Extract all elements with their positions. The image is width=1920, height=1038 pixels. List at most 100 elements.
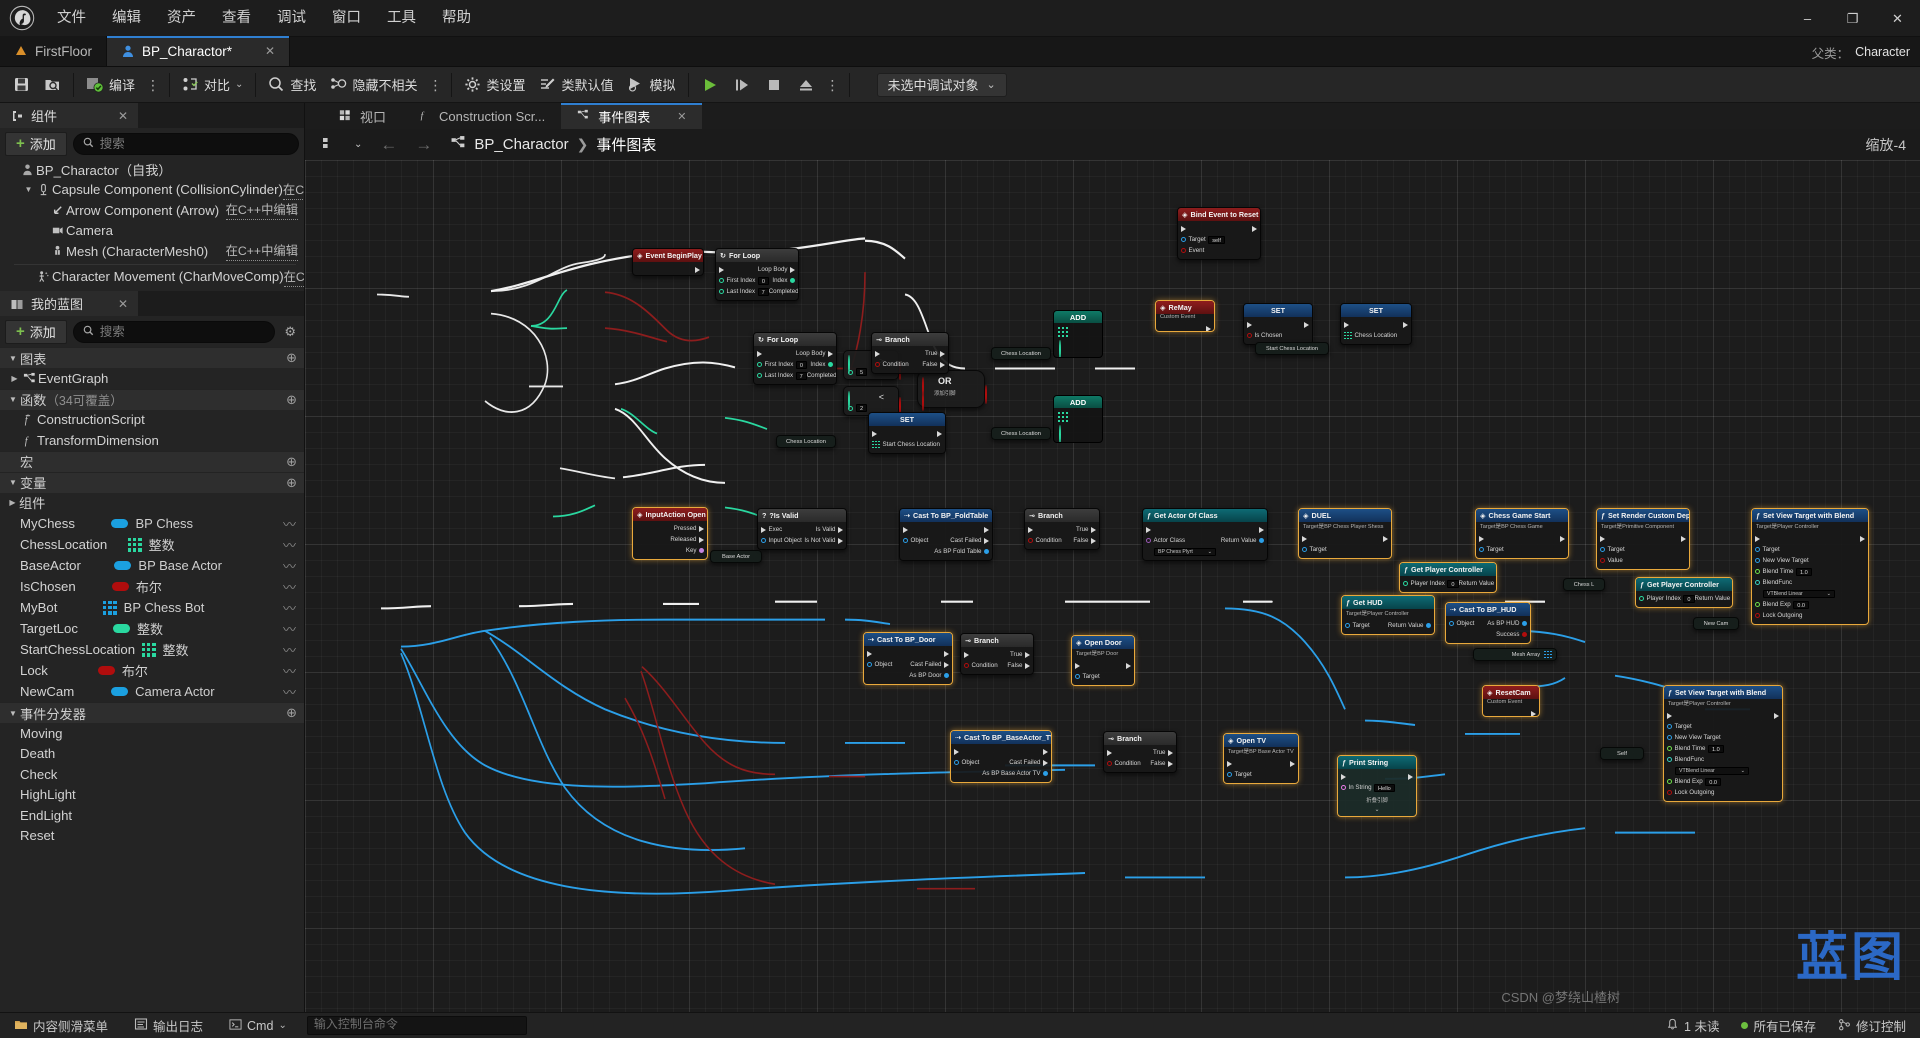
add-variable-icon[interactable]: ⊕ [286,475,297,491]
blend-time-pin[interactable]: Blend Time 1.0 [1755,567,1812,576]
target-pin[interactable]: Target [1600,546,1625,553]
pressed-pin[interactable]: Pressed [674,525,704,532]
collapse-pins-row[interactable]: 折叠引脚 [1338,793,1416,806]
variable-row[interactable]: BaseActor BP Base Actor 〰 [0,555,304,576]
node-duel[interactable]: ◈ DUEL Target是BP Chess Player Shess Targe… [1298,508,1392,559]
variable-visibility-icon[interactable]: 〰 [283,535,296,554]
twisty-icon[interactable]: ▼ [22,185,35,194]
exec-in-pin[interactable] [1600,535,1605,542]
return-value-pin[interactable]: Return Value [1388,622,1431,629]
node-var-self[interactable]: Self [1600,747,1644,760]
exec-out-pin[interactable] [1252,225,1257,232]
browse-button[interactable] [37,70,68,100]
false-pin[interactable]: False [922,361,945,368]
new-view-target-pin[interactable]: New View Target [1667,734,1721,741]
play-options-kebab[interactable]: ⋮ [822,78,844,92]
breadcrumb-root[interactable]: BP_Charactor [474,136,568,153]
node-add-array-2[interactable]: ADD [1053,395,1103,443]
variable-visibility-icon[interactable]: 〰 [283,619,296,638]
dispatcher-row[interactable]: Reset [0,826,304,847]
exec-in-pin[interactable] [1755,535,1760,542]
cpp-edit-link[interactable]: 在C++中编辑 [283,267,304,287]
true-pin[interactable]: True [1076,526,1096,533]
node-var-new-cam-1[interactable]: New Cam [1693,617,1739,630]
blend-exp-pin[interactable]: Blend Exp 0.0 [1667,777,1721,786]
variable-visibility-icon[interactable]: 〰 [283,682,296,701]
exec-in-pin[interactable] [1146,526,1151,533]
input-pin-b[interactable]: 5 [848,368,868,376]
minimize-button[interactable]: – [1785,0,1830,37]
node-branch-4[interactable]: ⊸ Branch True Condition False [1103,731,1177,773]
cast-failed-pin[interactable]: Cast Failed [1009,759,1048,766]
console-command-box[interactable] [306,1016,527,1035]
chevron-down-icon[interactable]: ⌄ [347,139,369,150]
node-branch-3[interactable]: ⊸ Branch True Condition False [960,633,1034,675]
node-event-beginplay[interactable]: ◈ Event BeginPlay [632,248,704,276]
menu-bar[interactable]: 文件 编辑 资产 查看 调试 窗口 工具 帮助 [44,0,484,37]
eject-button[interactable] [790,70,822,100]
as-bp-door-pin[interactable]: As BP Door [909,672,949,679]
in-string-pin[interactable]: In String Hello [1341,783,1395,792]
variable-row[interactable]: ChessLocation 整数 〰 [0,534,304,555]
exec-out-pin[interactable] [1290,760,1295,767]
section-functions[interactable]: ▼ 函数 （34可覆盖） ⊕ [0,388,304,410]
tree-item-bp-charactor[interactable]: BP_Charactor（自我） [0,159,304,180]
add-blueprint-item-button[interactable]: + 添加 [5,319,67,344]
node-branch-2[interactable]: ⊸ Branch True Condition False [1024,508,1100,550]
hide-unrelated-button[interactable]: 隐藏不相关 [323,70,424,100]
object-pin[interactable]: Object [867,661,892,668]
array-pin[interactable] [1058,327,1068,337]
blueprint-canvas[interactable]: ◈ Event BeginPlay ↻ For Loop Loop Body F… [305,160,1920,1012]
index-pin[interactable]: Index [810,361,833,368]
blend-exp-pin[interactable]: Blend Exp 0.0 [1755,600,1809,609]
node-mesh-array[interactable]: Mesh Array [1473,648,1557,661]
actor-class-pin[interactable]: Actor Class [1146,537,1185,544]
class-settings-button[interactable]: 类设置 [457,70,532,100]
node-is-valid[interactable]: ? ?Is Valid Exec Is Valid Input Object Is N… [757,508,847,550]
add-component-button[interactable]: + 添加 [5,131,67,156]
key-pin[interactable]: Key [686,547,704,554]
lock-outgoing-pin[interactable]: Lock Outgoing [1667,789,1714,796]
exec-in-pin[interactable] [867,650,872,657]
forward-button[interactable]: → [408,135,439,155]
node-get-player-controller-1[interactable]: ƒ Get Player Controller Player Index 0 Retu… [1399,562,1497,593]
released-pin[interactable]: Released [670,536,704,543]
as-bp-fold-table-pin[interactable]: As BP Fold Table [934,548,989,555]
all-saved-indicator[interactable]: 所有已保存 [1735,1016,1822,1036]
node-var-chess-l[interactable]: Chess L [1563,578,1605,591]
tree-item-arrow-component[interactable]: Arrow Component (Arrow) 在C++中编辑 [0,200,304,221]
class-defaults-button[interactable]: 类默认值 [532,70,620,100]
node-var-chess-location-1[interactable]: Chess Location [991,347,1051,360]
node-add-array-1[interactable]: ADD [1053,310,1103,358]
last-index-pin[interactable]: Last Index 7 [719,287,769,296]
cpp-edit-link[interactable]: 在C++中编辑 [225,200,298,221]
node-get-player-controller-2[interactable]: ƒ Get Player Controller Player Index 0 Retu… [1635,577,1733,608]
true-pin[interactable]: True [925,350,945,357]
tab-firstfloor[interactable]: FirstFloor [0,36,107,66]
return-value-pin[interactable]: Return Value [1221,537,1264,544]
input-pin-b[interactable] [922,392,924,411]
cpp-edit-link[interactable]: 在C++中编辑 [282,180,304,200]
diff-button[interactable]: 对比 ⌄ [175,70,250,100]
node-set-is-chosen[interactable]: SET Is Chosen [1243,303,1313,345]
menu-file[interactable]: 文件 [44,0,99,37]
compile-options-kebab[interactable]: ⋮ [142,78,164,92]
twisty-icon[interactable]: ▶ [6,498,19,507]
exec-out-pin[interactable] [1383,535,1388,542]
menu-view[interactable]: 查看 [209,0,264,37]
node-for-loop-2[interactable]: ↻ For Loop Loop Body First Index0 Index [753,332,837,385]
variable-row[interactable]: Lock 布尔 〰 [0,660,304,681]
save-button[interactable] [6,70,37,100]
success-pin[interactable]: Success [1496,631,1527,638]
tree-item-character-movement[interactable]: Character Movement (CharMoveComp) 在C++中编… [0,267,304,288]
add-macro-icon[interactable]: ⊕ [286,454,297,470]
collapse-chevron[interactable]: ⌄ [1338,806,1416,813]
node-custom-event-replay[interactable]: ◈ ReMay Custom Event [1155,300,1215,332]
target-pin[interactable]: Target self [1181,235,1225,244]
compile-button[interactable]: 编译 [79,70,142,100]
tab-event-graph[interactable]: 事件图表 ✕ [561,103,703,129]
variable-row[interactable]: StartChessLocation 整数 〰 [0,639,304,660]
console-command-input[interactable] [313,1017,520,1031]
variable-visibility-icon[interactable]: 〰 [283,577,296,596]
tab-bp-charactor[interactable]: BP_Charactor* ✕ [107,36,291,66]
